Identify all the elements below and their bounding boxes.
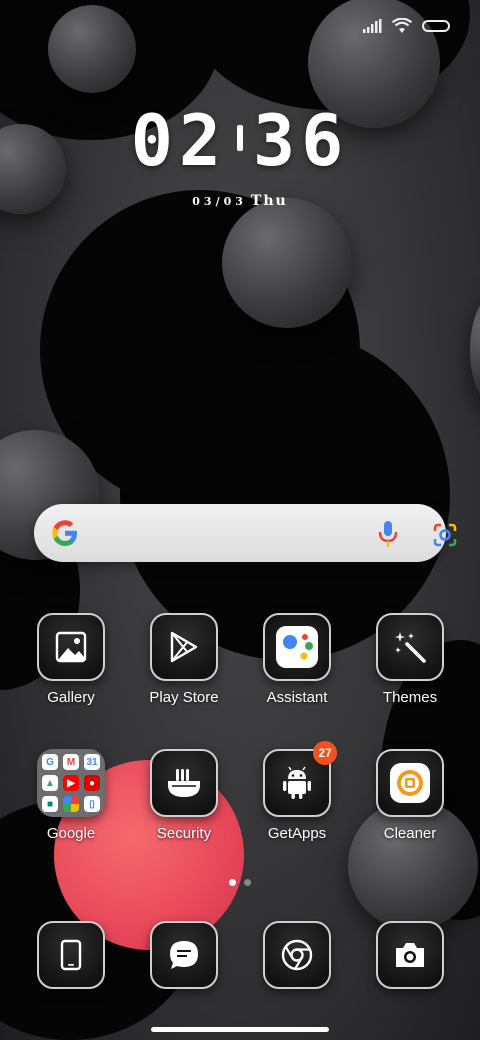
phone-icon [60, 939, 82, 971]
camera-icon [396, 943, 424, 967]
assistant-tile[interactable] [263, 613, 331, 681]
date-widget[interactable]: 03/03 Thu [0, 193, 480, 209]
app-label: Gallery [47, 689, 95, 706]
google-folder-icon[interactable]: G M 31 ▲ ▶ ● ■ ▯ [37, 749, 105, 817]
dock-camera[interactable] [355, 921, 465, 989]
page-dot-active [229, 879, 236, 886]
date-weekday: Thu [250, 193, 288, 209]
assistant-icon [276, 626, 318, 668]
folder-google-icon: G [42, 754, 58, 770]
app-gallery[interactable]: Gallery [16, 613, 126, 706]
app-cleaner[interactable]: Cleaner [355, 749, 465, 842]
getapps-tile[interactable]: 27 [263, 741, 337, 817]
clock-widget[interactable]: 02 36 [0, 100, 480, 182]
folder-drive-icon: ▲ [42, 775, 58, 791]
gallery-tile[interactable] [37, 613, 105, 681]
app-themes[interactable]: Themes [355, 613, 465, 706]
dock-messages[interactable] [129, 921, 239, 989]
battery-icon [422, 20, 450, 32]
cleaner-icon [390, 763, 430, 803]
play-store-icon [170, 631, 198, 663]
app-label: Cleaner [383, 825, 437, 842]
app-security[interactable]: Security [129, 749, 239, 842]
app-folder-google[interactable]: G M 31 ▲ ▶ ● ■ ▯ Google [16, 749, 126, 842]
dock-phone[interactable] [16, 921, 126, 989]
themes-tile[interactable] [376, 613, 444, 681]
app-label: GetApps [267, 825, 327, 842]
app-label: Themes [382, 689, 438, 706]
page-dot [244, 879, 251, 886]
date-day: 03/03 [192, 195, 247, 208]
wifi-icon [392, 18, 412, 33]
themes-wand-icon [395, 632, 426, 663]
clock-separator [237, 125, 243, 151]
folder-files-icon: ▯ [84, 796, 100, 812]
clock-minute: 36 [253, 100, 350, 182]
app-assistant[interactable]: Assistant [242, 613, 352, 706]
chrome-tile[interactable] [263, 921, 331, 989]
android-icon [283, 766, 311, 799]
app-play-store[interactable]: Play Store [129, 613, 239, 706]
folder-meet-icon: ■ [42, 796, 58, 812]
messages-tile[interactable] [150, 921, 218, 989]
gallery-icon [55, 631, 87, 663]
folder-youtube-icon: ▶ [63, 775, 79, 791]
google-search-bar[interactable] [34, 504, 457, 562]
app-label: Assistant [266, 689, 328, 706]
gesture-nav-bar[interactable] [151, 1027, 329, 1032]
messages-icon [170, 941, 198, 969]
status-bar [362, 14, 450, 38]
security-tile[interactable] [150, 749, 218, 817]
page-indicator [229, 879, 251, 886]
dock-chrome[interactable] [242, 921, 352, 989]
app-label: Security [156, 825, 212, 842]
clock-hour: 02 [130, 100, 227, 182]
security-icon [168, 769, 200, 797]
play-store-tile[interactable] [150, 613, 218, 681]
signal-icon [363, 19, 382, 33]
notification-badge: 27 [313, 741, 337, 765]
google-lens-icon[interactable] [432, 522, 458, 548]
app-label: Google [46, 825, 96, 842]
folder-ytmusic-icon: ● [84, 775, 100, 791]
app-getapps[interactable]: 27 GetApps [242, 741, 352, 842]
cleaner-tile[interactable] [376, 749, 444, 817]
microphone-icon[interactable] [378, 520, 398, 548]
folder-photos-icon [63, 796, 79, 812]
camera-tile[interactable] [376, 921, 444, 989]
chrome-icon [281, 939, 313, 971]
folder-calendar-icon: 31 [84, 754, 100, 770]
google-g-icon[interactable] [50, 518, 80, 548]
phone-tile[interactable] [37, 921, 105, 989]
app-label: Play Store [149, 689, 219, 706]
folder-gmail-icon: M [63, 754, 79, 770]
